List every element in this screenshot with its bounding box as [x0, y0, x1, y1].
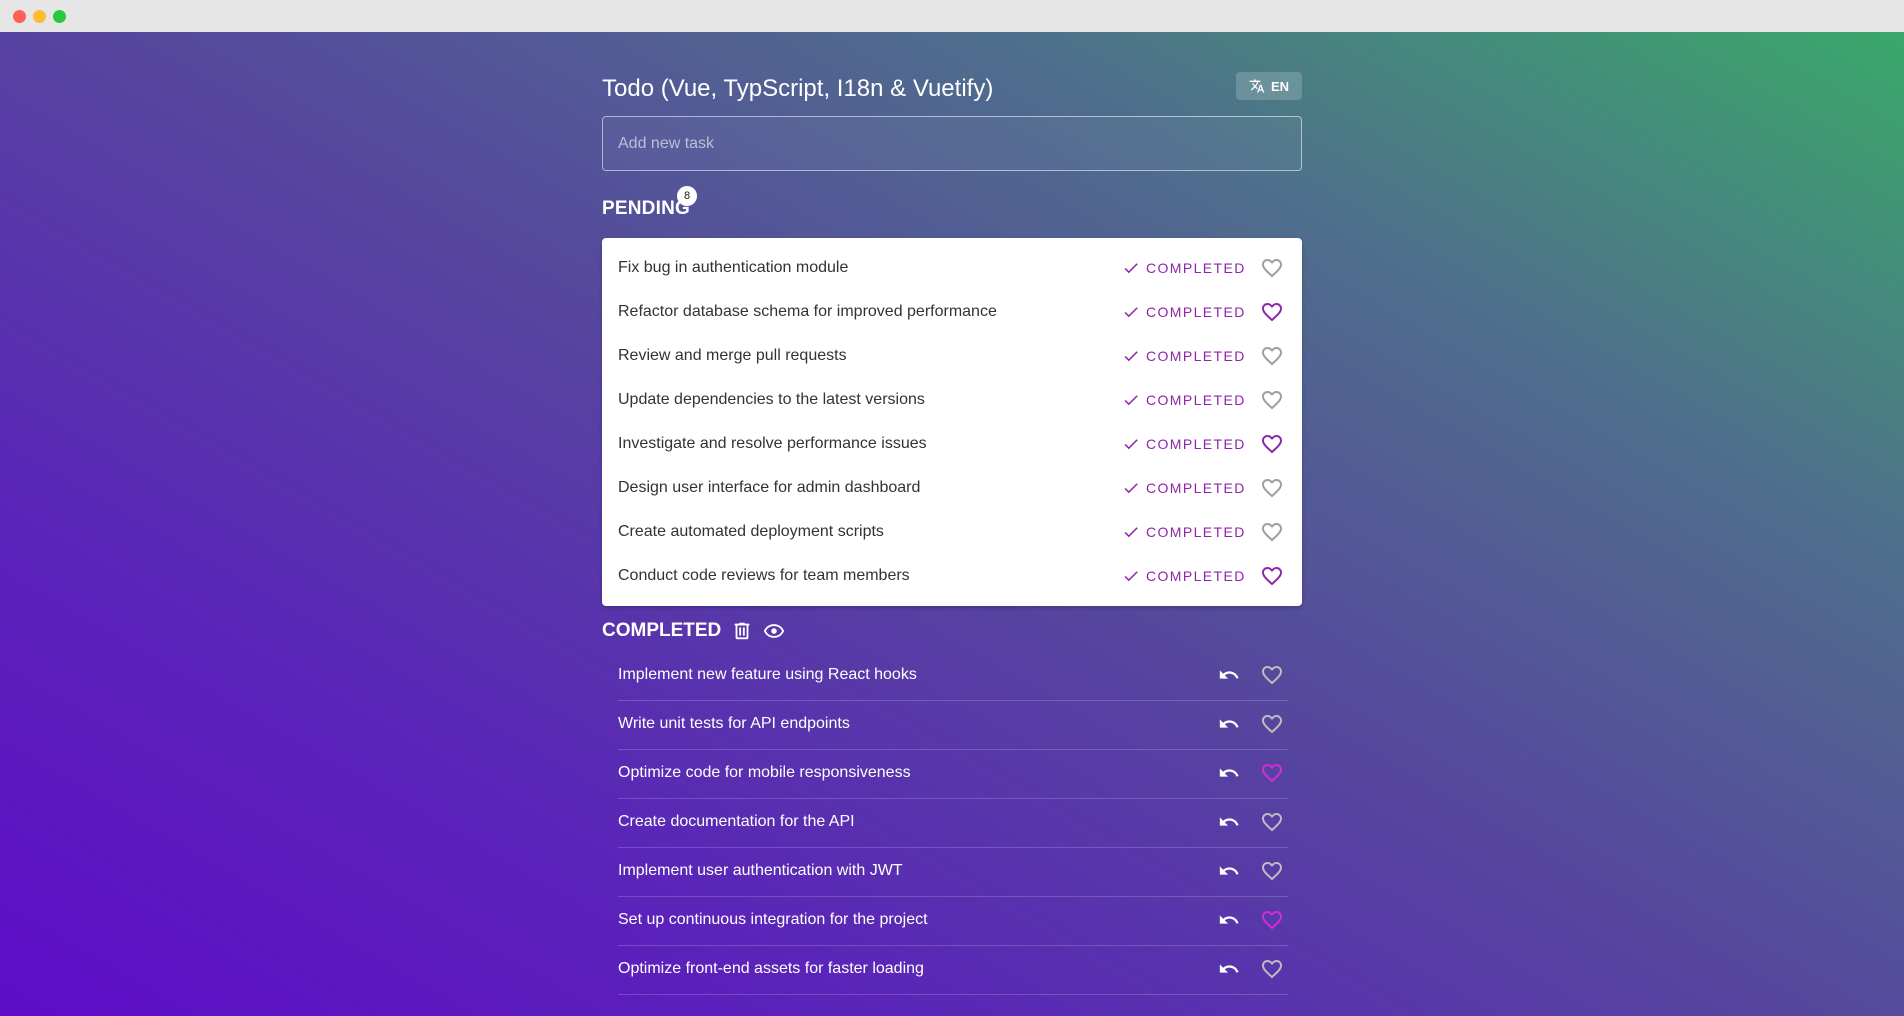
pending-task-row: Update dependencies to the latest versio…	[602, 378, 1302, 422]
pending-list: Fix bug in authentication module COMPLETE…	[602, 238, 1302, 606]
language-label: EN	[1270, 78, 1290, 94]
undo-icon[interactable]	[1218, 664, 1240, 686]
completed-task-row: Set up continuous integration for the pr…	[618, 897, 1288, 946]
window-titlebar	[0, 0, 1904, 32]
check-icon	[1124, 395, 1138, 406]
undo-icon[interactable]	[1218, 958, 1240, 980]
completed-section-title: COMPLETED	[602, 620, 722, 641]
heart-icon[interactable]	[1260, 908, 1284, 932]
completed-section-header: COMPLETED	[602, 620, 785, 642]
heart-icon[interactable]	[1260, 810, 1284, 834]
pending-count-badge: 8	[677, 186, 697, 206]
undo-icon[interactable]	[1218, 713, 1240, 735]
check-icon	[1124, 351, 1138, 362]
mark-completed-button[interactable]: COMPLETED	[1122, 347, 1246, 365]
pending-task-text: Refactor database schema for improved pe…	[618, 303, 997, 320]
mark-completed-label: COMPLETED	[1146, 348, 1246, 364]
language-switch-button[interactable]: EN	[1236, 72, 1302, 100]
completed-task-text: Implement user authentication with JWT	[618, 862, 903, 879]
heart-icon[interactable]	[1260, 432, 1284, 456]
mark-completed-button[interactable]: COMPLETED	[1122, 567, 1246, 585]
heart-icon[interactable]	[1260, 300, 1284, 324]
pending-task-row: Conduct code reviews for team members COM…	[602, 554, 1302, 598]
pending-task-row: Fix bug in authentication module COMPLETE…	[602, 246, 1302, 290]
check-icon	[1124, 263, 1138, 274]
completed-task-row: Implement user authentication with JWT	[618, 848, 1288, 897]
pending-task-text: Create automated deployment scripts	[618, 523, 884, 540]
pending-task-row: Review and merge pull requests COMPLETED	[602, 334, 1302, 378]
page-title: Todo (Vue, TypScript, I18n & Vuetify)	[602, 75, 994, 102]
mark-completed-label: COMPLETED	[1146, 524, 1246, 540]
mark-completed-label: COMPLETED	[1146, 568, 1246, 584]
mark-completed-button[interactable]: COMPLETED	[1122, 259, 1246, 277]
pending-task-text: Investigate and resolve performance issu…	[618, 435, 927, 452]
heart-icon[interactable]	[1260, 520, 1284, 544]
mark-completed-label: COMPLETED	[1146, 392, 1246, 408]
heart-icon[interactable]	[1260, 564, 1284, 588]
heart-icon[interactable]	[1260, 957, 1284, 981]
mark-completed-label: COMPLETED	[1146, 260, 1246, 276]
completed-task-text: Optimize code for mobile responsiveness	[618, 764, 911, 781]
mark-completed-label: COMPLETED	[1146, 304, 1246, 320]
mark-completed-button[interactable]: COMPLETED	[1122, 391, 1246, 409]
close-window-button[interactable]	[13, 10, 26, 23]
mark-completed-button[interactable]: COMPLETED	[1122, 479, 1246, 497]
heart-icon[interactable]	[1260, 859, 1284, 883]
undo-icon[interactable]	[1218, 860, 1240, 882]
mark-completed-button[interactable]: COMPLETED	[1122, 303, 1246, 321]
undo-icon[interactable]	[1218, 909, 1240, 931]
undo-icon[interactable]	[1218, 811, 1240, 833]
pending-task-text: Update dependencies to the latest versio…	[618, 391, 925, 408]
check-icon	[1124, 307, 1138, 318]
new-task-input[interactable]	[603, 117, 1301, 170]
heart-icon[interactable]	[1260, 388, 1284, 412]
pending-section-title: PENDING	[602, 198, 690, 219]
mark-completed-label: COMPLETED	[1146, 480, 1246, 496]
completed-task-row: Create documentation for the API	[618, 799, 1288, 848]
check-icon	[1124, 483, 1138, 494]
check-icon	[1124, 439, 1138, 450]
completed-task-row: Optimize code for mobile responsiveness	[618, 750, 1288, 799]
pending-task-text: Fix bug in authentication module	[618, 259, 849, 276]
mark-completed-button[interactable]: COMPLETED	[1122, 523, 1246, 541]
trash-icon[interactable]	[731, 620, 753, 642]
mark-completed-button[interactable]: COMPLETED	[1122, 435, 1246, 453]
pending-task-row: Refactor database schema for improved pe…	[602, 290, 1302, 334]
completed-task-text: Create documentation for the API	[618, 813, 855, 830]
completed-task-text: Implement new feature using React hooks	[618, 666, 917, 683]
heart-icon[interactable]	[1260, 476, 1284, 500]
app-background: Todo (Vue, TypScript, I18n & Vuetify) EN…	[0, 32, 1904, 1016]
pending-task-text: Design user interface for admin dashboar…	[618, 479, 921, 496]
undo-icon[interactable]	[1218, 762, 1240, 784]
pending-task-row: Investigate and resolve performance issu…	[602, 422, 1302, 466]
completed-task-row: Implement new feature using React hooks	[618, 652, 1288, 701]
pending-task-row: Design user interface for admin dashboar…	[602, 466, 1302, 510]
heart-icon[interactable]	[1260, 256, 1284, 280]
check-icon	[1124, 571, 1138, 582]
translate-icon	[1249, 79, 1265, 93]
heart-icon[interactable]	[1260, 712, 1284, 736]
completed-task-text: Optimize front-end assets for faster loa…	[618, 960, 924, 977]
completed-task-text: Set up continuous integration for the pr…	[618, 911, 928, 928]
mark-completed-label: COMPLETED	[1146, 436, 1246, 452]
minimize-window-button[interactable]	[33, 10, 46, 23]
pending-task-row: Create automated deployment scripts COMPL…	[602, 510, 1302, 554]
eye-icon[interactable]	[763, 620, 785, 642]
check-icon	[1124, 527, 1138, 538]
completed-task-row: Optimize front-end assets for faster loa…	[618, 946, 1288, 995]
completed-task-text: Write unit tests for API endpoints	[618, 715, 850, 732]
heart-icon[interactable]	[1260, 663, 1284, 687]
pending-task-text: Conduct code reviews for team members	[618, 567, 910, 584]
completed-task-row: Write unit tests for API endpoints	[618, 701, 1288, 750]
pending-task-text: Review and merge pull requests	[618, 347, 847, 364]
heart-icon[interactable]	[1260, 761, 1284, 785]
new-task-field[interactable]	[602, 116, 1302, 171]
heart-icon[interactable]	[1260, 344, 1284, 368]
maximize-window-button[interactable]	[53, 10, 66, 23]
